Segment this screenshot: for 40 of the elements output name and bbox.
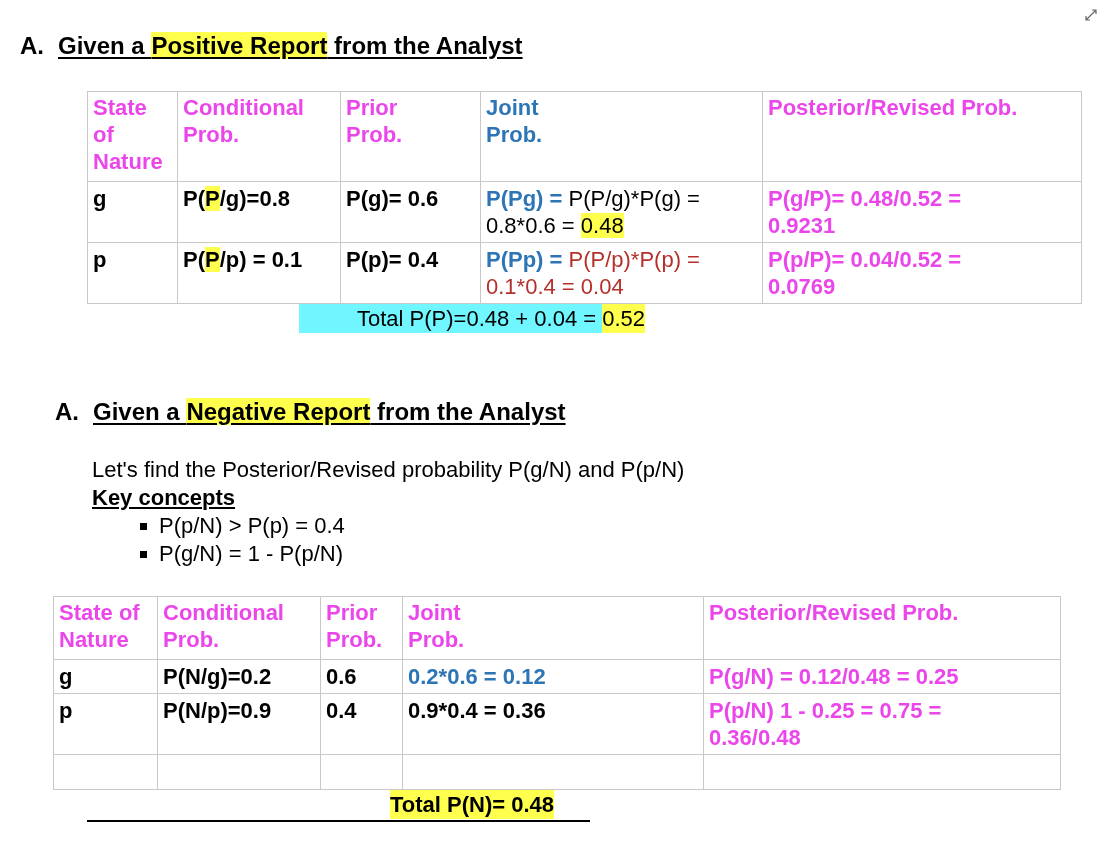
table-cell: P(g/N) = 0.12/0.48 = 0.25 [703,659,1061,694]
intro-text: Let's find the Posterior/Revised probability P(g/N) and P(p/N) [92,456,686,484]
column-header: Conditional Prob. [157,596,321,660]
table-cell: P(p/P)= 0.04/0.52 = 0.0769 [762,242,1082,304]
table-cell: P(g/P)= 0.48/0.52 = 0.9231 [762,181,1082,243]
table-cell: P(p)= 0.4 [340,242,481,304]
table-cell: g [87,181,178,243]
column-header: State of Nature [87,91,178,182]
column-header: Posterior/Revised Prob. [703,596,1061,660]
column-header: Prior Prob. [320,596,403,660]
expand-icon[interactable] [1084,8,1098,22]
table-cell: P(g)= 0.6 [340,181,481,243]
table-cell: p [53,693,158,755]
bullet-icon [140,550,147,558]
column-header: Conditional Prob. [177,91,341,182]
bullet-icon [140,522,147,530]
section-marker: A. [55,397,79,427]
table-cell: 0.9*0.4 = 0.36 [402,693,704,755]
table-cell: 0.2*0.6 = 0.12 [402,659,704,694]
bullet-text: P(p/N) > P(p) = 0.4 [159,512,345,540]
column-header: Posterior/Revised Prob. [762,91,1082,182]
section-marker: A. [20,31,44,61]
table-cell: P(P/g)=0.8 [177,181,341,243]
table-cell: P(Pg) = P(P/g)*P(g) = 0.8*0.6 = 0.48 [480,181,763,243]
column-header: Joint Prob. [402,596,704,660]
table-cell: P(p/N) 1 - 0.25 = 0.75 = 0.36/0.48 [703,693,1061,755]
table-cell: P(Pp) = P(P/p)*P(p) = 0.1*0.4 = 0.04 [480,242,763,304]
table-cell: P(N/p)=0.9 [157,693,321,755]
column-header: State of Nature [53,596,158,660]
column-header: Joint Prob. [480,91,763,182]
table-cell: P(P/p) = 0.1 [177,242,341,304]
subheading: Key concepts [92,484,236,512]
table-cell: 0.6 [320,659,403,694]
column-header: Prior Prob. [340,91,481,182]
table-cell: g [53,659,158,694]
total-line: Total P(P)=0.48 + 0.04 = 0.52 [299,304,646,334]
bullet-text: P(g/N) = 1 - P(p/N) [159,540,343,568]
table-cell: 0.4 [320,693,403,755]
table-cell: p [87,242,178,304]
table-cell: P(N/g)=0.2 [157,659,321,694]
